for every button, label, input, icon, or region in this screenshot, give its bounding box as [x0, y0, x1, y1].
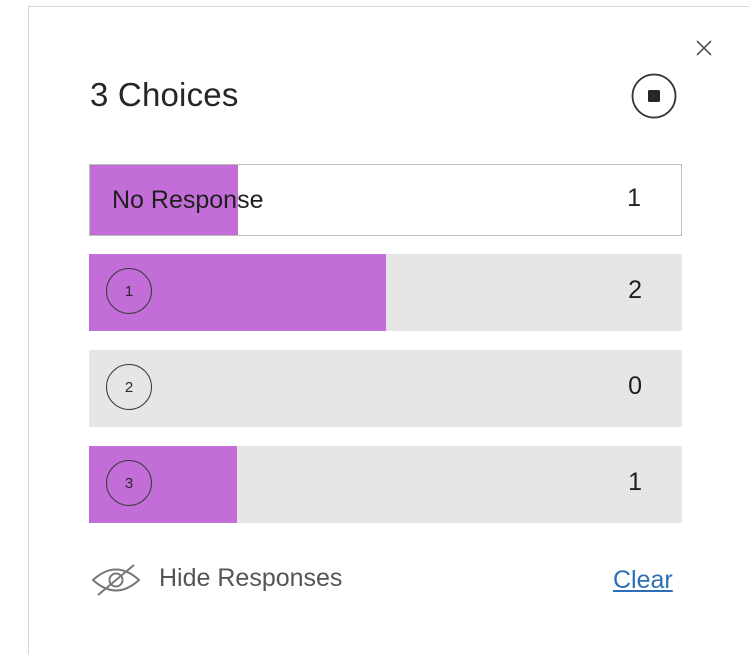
close-icon[interactable]: [693, 37, 715, 59]
choice-number-badge: 2: [106, 364, 152, 410]
stop-circle-icon[interactable]: [630, 72, 678, 120]
eye-off-icon[interactable]: [90, 563, 142, 597]
response-count: 1: [628, 468, 642, 496]
response-count: 1: [627, 184, 641, 212]
choice-row-3: 3 1: [89, 446, 682, 523]
no-response-label: No Response: [112, 186, 264, 214]
hide-responses-button[interactable]: Hide Responses: [159, 564, 342, 593]
choice-row-2: 2 0: [89, 350, 682, 427]
response-count: 0: [628, 372, 642, 400]
response-count: 2: [628, 276, 642, 304]
choice-number-badge: 1: [106, 268, 152, 314]
page-title: 3 Choices: [90, 76, 239, 113]
choice-number-badge: 3: [106, 460, 152, 506]
choice-row-no-response: No Response 1: [89, 164, 682, 236]
choice-row-1: 1 2: [89, 254, 682, 331]
clear-link[interactable]: Clear: [613, 566, 673, 595]
